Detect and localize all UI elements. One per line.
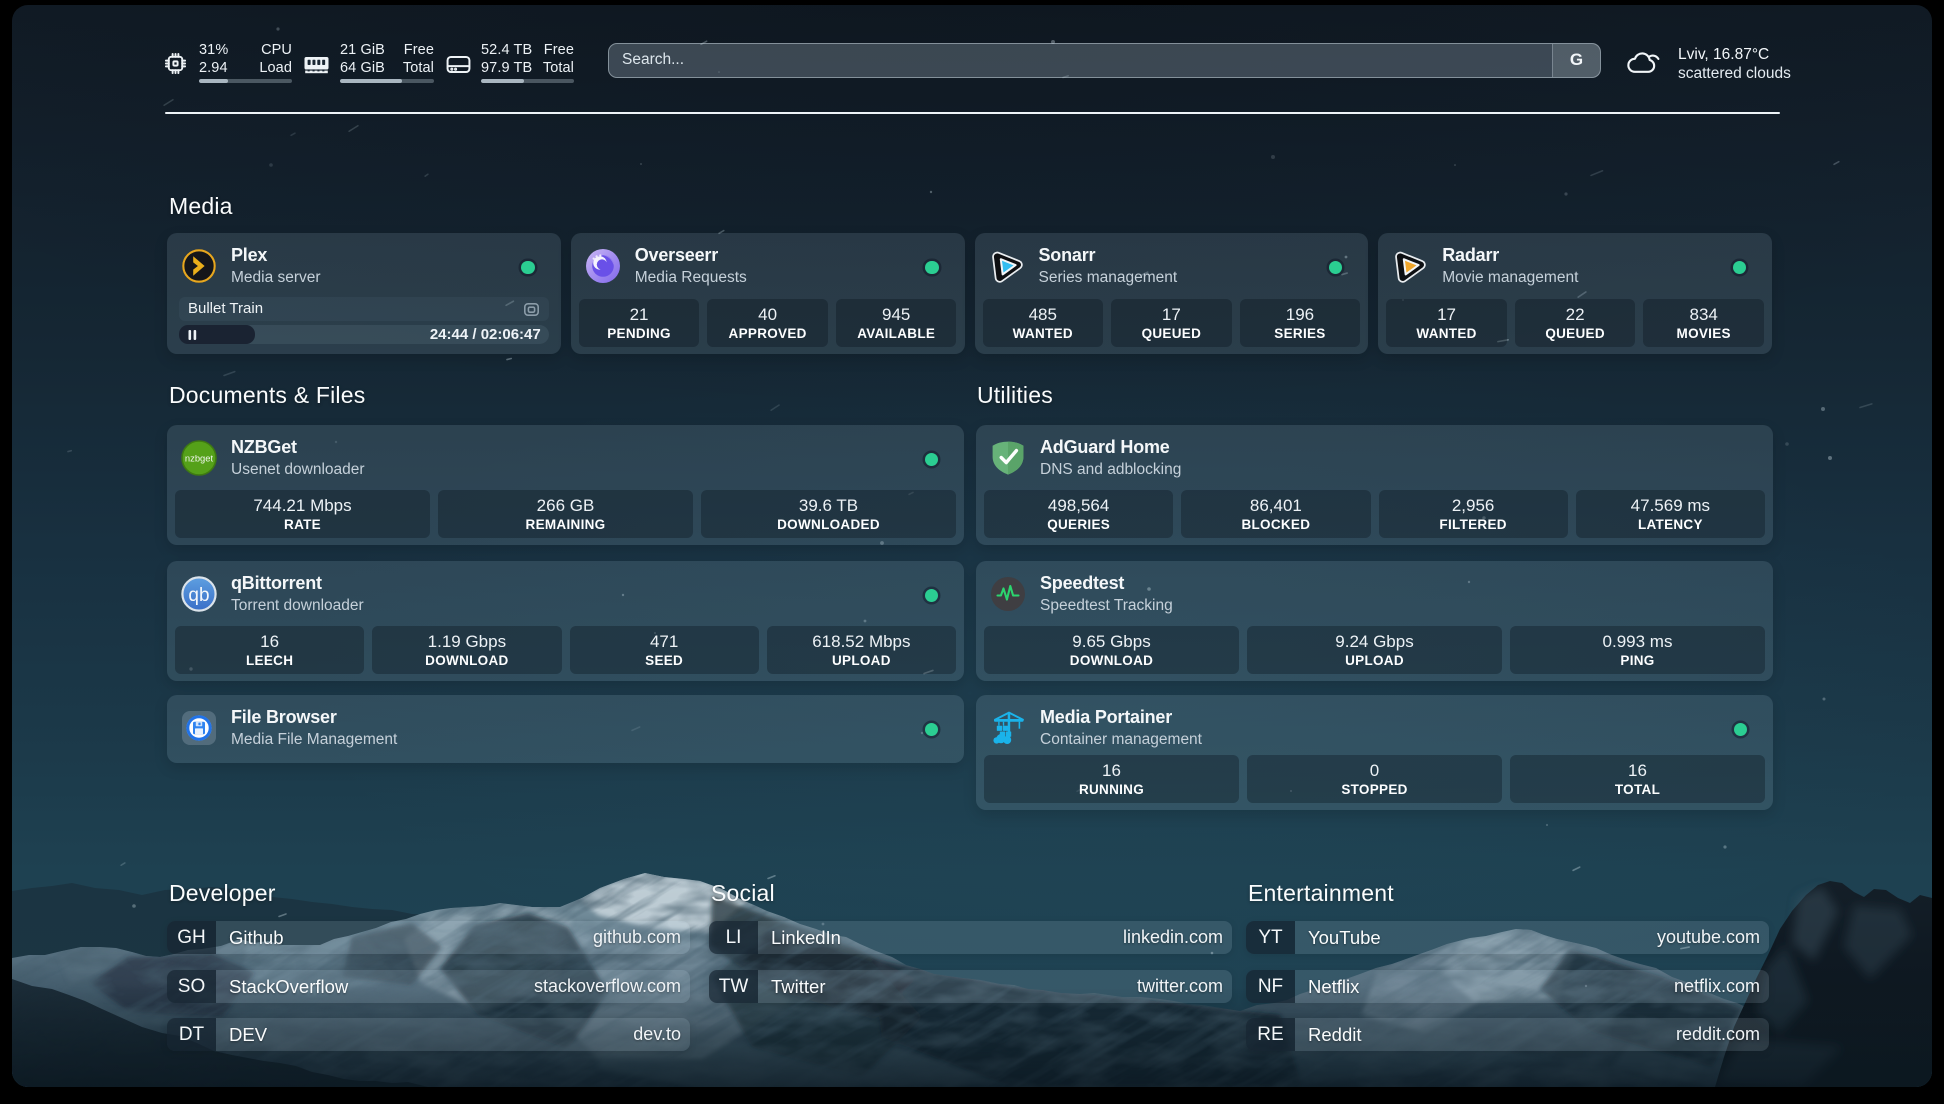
svg-text:nzbget: nzbget xyxy=(185,453,214,464)
svg-text:qb: qb xyxy=(188,585,209,606)
